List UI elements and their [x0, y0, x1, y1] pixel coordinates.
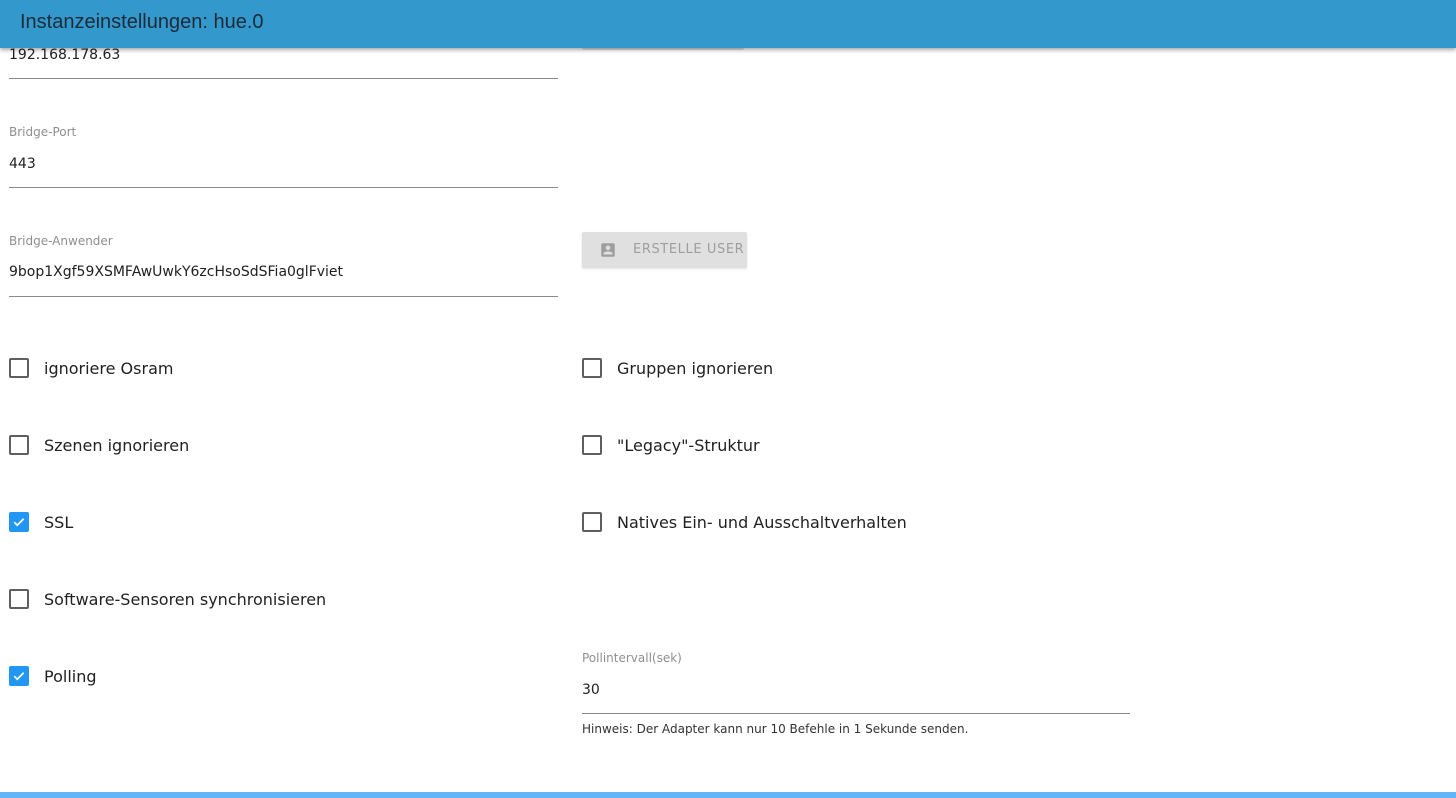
checkbox-ignore-scenes[interactable]: Szenen ignorieren: [9, 435, 209, 457]
checkbox-label: Polling: [44, 667, 97, 686]
bridge-address-value[interactable]: 192.168.178.63: [9, 47, 120, 63]
checkbox-label: SSL: [44, 513, 74, 532]
checkbox-sync-software-sensors[interactable]: Software-Sensoren synchronisieren: [9, 589, 339, 611]
bridge-user-value[interactable]: 9bop1Xgf59XSMFAwUwkY6zcHsoSdSFia0glFviet: [9, 264, 343, 280]
check-icon: [13, 518, 25, 527]
poll-interval-value[interactable]: 30: [582, 682, 600, 698]
account-box-icon: [601, 243, 615, 257]
dialog-title: Instanzeinstellungen: hue.0: [20, 11, 264, 33]
checkbox-box[interactable]: [9, 666, 29, 686]
checkbox-box[interactable]: [9, 512, 29, 532]
poll-interval-field[interactable]: Pollintervall(sek) 30: [582, 650, 1130, 714]
checkbox-ignore-groups[interactable]: Gruppen ignorieren: [582, 358, 802, 380]
checkbox-legacy-structure[interactable]: "Legacy"-Struktur: [582, 435, 802, 457]
checkbox-label: Software-Sensoren synchronisieren: [44, 590, 327, 609]
poll-interval-hint: Hinweis: Der Adapter kann nur 10 Befehle…: [582, 722, 969, 736]
checkbox-box[interactable]: [582, 512, 602, 532]
dialog-header: Instanzeinstellungen: hue.0: [0, 0, 1456, 48]
checkbox-label: "Legacy"-Struktur: [617, 436, 760, 455]
bridge-port-field[interactable]: Bridge-Port 443: [9, 124, 558, 188]
checkbox-label: ignoriere Osram: [44, 359, 174, 378]
checkbox-polling[interactable]: Polling: [9, 666, 209, 688]
checkbox-box[interactable]: [582, 435, 602, 455]
create-user-label: ERSTELLE USER: [633, 242, 745, 257]
create-user-button[interactable]: ERSTELLE USER: [582, 232, 747, 268]
checkbox-box[interactable]: [9, 435, 29, 455]
bridge-user-label: Bridge-Anwender: [9, 234, 113, 248]
checkbox-ignore-osram[interactable]: ignoriere Osram: [9, 358, 209, 380]
bridge-user-field[interactable]: Bridge-Anwender 9bop1Xgf59XSMFAwUwkY6zcH…: [9, 233, 558, 297]
poll-interval-label: Pollintervall(sek): [582, 651, 682, 665]
checkbox-label: Gruppen ignorieren: [617, 359, 774, 378]
bridge-port-label: Bridge-Port: [9, 125, 77, 139]
bottom-toolbar-edge: [0, 792, 1456, 798]
checkbox-box[interactable]: [9, 358, 29, 378]
checkbox-box[interactable]: [582, 358, 602, 378]
checkbox-label: Szenen ignorieren: [44, 436, 190, 455]
bridge-port-value[interactable]: 443: [9, 156, 36, 172]
checkbox-ssl[interactable]: SSL: [9, 512, 209, 534]
checkbox-native-turn-on-off[interactable]: Natives Ein- und Ausschaltverhalten: [582, 512, 922, 534]
instance-settings-page: Instanzeinstellungen: hue.0 192.168.178.…: [0, 0, 1456, 798]
check-icon: [13, 672, 25, 681]
checkbox-box[interactable]: [9, 589, 29, 609]
checkbox-label: Natives Ein- und Ausschaltverhalten: [617, 513, 907, 532]
